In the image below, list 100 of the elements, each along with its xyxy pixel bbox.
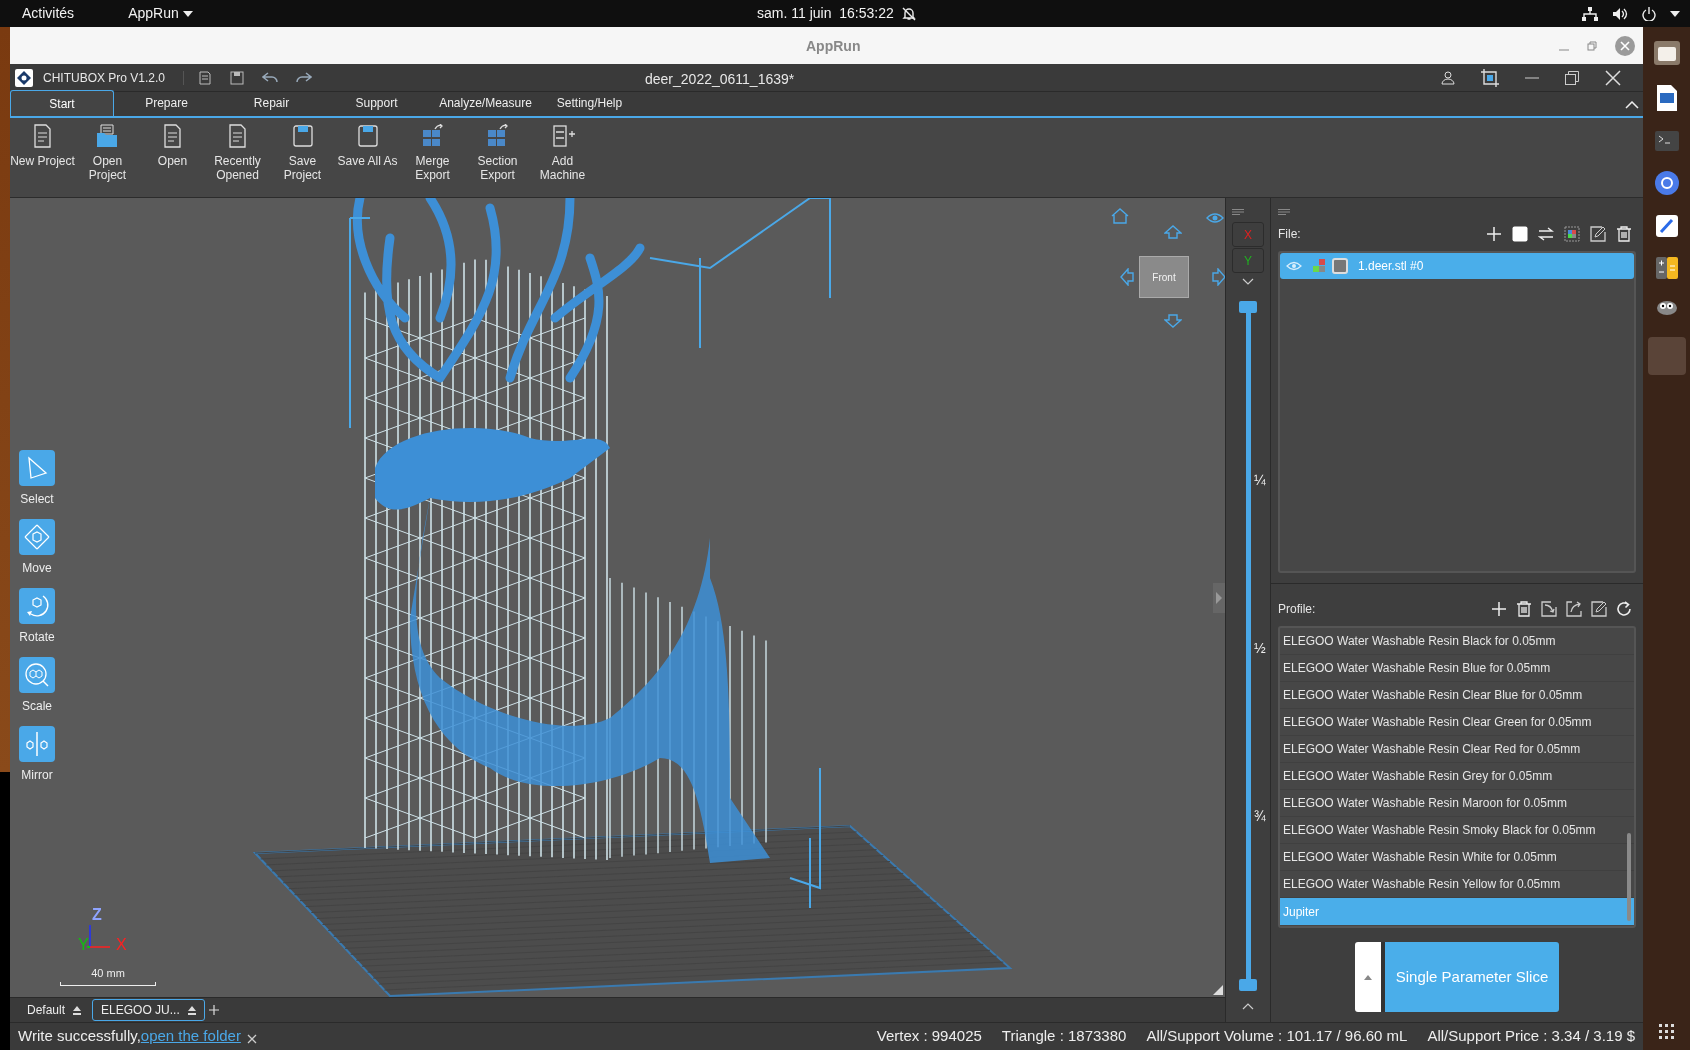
plus-icon[interactable] xyxy=(208,1005,219,1015)
arrow-right-icon[interactable] xyxy=(1212,268,1225,286)
profile-row[interactable]: ELEGOO Water Washable Resin Clear Blue for 0.05mm xyxy=(1280,682,1634,709)
caret-icon xyxy=(182,10,193,17)
ribbon-tab[interactable]: Support xyxy=(324,90,429,116)
folder-icon[interactable] xyxy=(1653,41,1680,65)
close-icon[interactable] xyxy=(1605,69,1621,86)
eye-icon[interactable] xyxy=(1206,212,1224,224)
app-grid-icon[interactable] xyxy=(1658,1024,1675,1040)
machine-add-icon xyxy=(550,124,575,148)
export-icon[interactable] xyxy=(1566,601,1582,617)
profile-row[interactable]: ELEGOO Water Washable Resin Black for 0.05mm xyxy=(1280,628,1634,655)
import-icon[interactable] xyxy=(1541,601,1557,617)
ribbon-button[interactable]: Save Project xyxy=(270,124,335,182)
tool-button[interactable]: Scale xyxy=(14,657,60,715)
home-icon[interactable] xyxy=(1111,208,1129,224)
swap-icon[interactable] xyxy=(1538,226,1554,242)
ribbon-button[interactable]: Recently Opened xyxy=(205,124,270,182)
status-message: Write successfully, xyxy=(18,1026,141,1047)
ribbon-button[interactable]: Add Machine xyxy=(530,124,595,182)
eye-icon xyxy=(1286,261,1302,271)
caret-icon[interactable] xyxy=(1670,10,1680,17)
profile-row[interactable]: ELEGOO Water Washable Resin Maroon for 0.05mm xyxy=(1280,790,1634,817)
profile-row[interactable]: ELEGOO Water Washable Resin Grey for 0.05mm xyxy=(1280,763,1634,790)
eject-icon xyxy=(73,1005,82,1015)
add-icon[interactable] xyxy=(1486,226,1502,242)
ribbon-button[interactable]: Open xyxy=(140,124,205,168)
scrollbar-thumb[interactable] xyxy=(1627,833,1631,921)
edit-icon[interactable] xyxy=(1590,226,1606,242)
square-icon[interactable] xyxy=(1512,226,1528,242)
panel-label: Profile: xyxy=(1278,601,1316,618)
ribbon-tab[interactable]: Prepare xyxy=(114,90,219,116)
panel-toggle-icon[interactable] xyxy=(1213,583,1225,613)
profile-row[interactable]: ELEGOO Water Washable Resin Blue for 0.05mm xyxy=(1280,655,1634,682)
terminal-icon[interactable] xyxy=(1654,131,1679,151)
user-icon[interactable] xyxy=(1441,70,1455,85)
profile-row[interactable]: ELEGOO Water Washable Resin Clear Green for 0.05mm xyxy=(1280,709,1634,736)
cursor-icon xyxy=(19,450,55,486)
app-logo-icon xyxy=(15,68,33,87)
checkbox-icon xyxy=(1332,258,1348,274)
browser-icon[interactable] xyxy=(1654,171,1679,195)
clock[interactable]: sam. 11 juin 16:53:22 xyxy=(757,3,894,24)
mascot-icon[interactable] xyxy=(1654,299,1679,317)
add-icon[interactable] xyxy=(1491,601,1507,617)
vertex-count: Vertex : 994025 xyxy=(876,1026,982,1047)
pencil-icon[interactable] xyxy=(1655,215,1678,237)
color-grid-icon[interactable] xyxy=(1564,226,1580,242)
undo-icon[interactable] xyxy=(262,70,279,85)
chevron-up-icon[interactable] xyxy=(1242,1003,1254,1010)
trash-icon[interactable] xyxy=(1616,226,1632,242)
price-readout: All/Support Price : 3.34 / 3.19 $ xyxy=(1427,1026,1635,1047)
scale-bar-label: 40 mm xyxy=(91,966,125,981)
restore-icon[interactable] xyxy=(1565,70,1579,85)
arrow-down-icon[interactable] xyxy=(1164,314,1182,328)
ribbon-button[interactable]: Merge Export xyxy=(400,124,465,182)
ribbon-button[interactable]: Section Export xyxy=(465,124,530,182)
machine-tab[interactable]: ELEGOO JU... xyxy=(92,999,205,1021)
document-icon[interactable] xyxy=(1656,85,1677,111)
crop-icon[interactable] xyxy=(1481,68,1499,87)
ribbon-tab[interactable]: Repair xyxy=(219,90,324,116)
profile-row[interactable]: ELEGOO Water Washable Resin Clear Red for 0.05mm xyxy=(1280,736,1634,763)
edit-icon[interactable] xyxy=(1591,601,1607,617)
power-icon[interactable] xyxy=(1642,6,1656,21)
ribbon-tab[interactable]: Start xyxy=(10,90,114,116)
slider-handle[interactable] xyxy=(1239,979,1257,991)
ribbon-tab[interactable]: Analyze/Measure xyxy=(429,90,542,116)
panel-label: File: xyxy=(1278,226,1301,243)
slider-mark: ¼ xyxy=(1254,471,1266,490)
tool-button[interactable]: Rotate xyxy=(14,588,60,646)
ribbon-button[interactable]: New Project xyxy=(10,124,75,168)
tool-button[interactable]: Move xyxy=(14,519,60,577)
save-icon[interactable] xyxy=(230,70,245,85)
app-tile[interactable] xyxy=(1647,337,1686,375)
calculator-icon[interactable] xyxy=(1655,257,1678,279)
refresh-icon[interactable] xyxy=(1616,601,1632,617)
ribbon-button[interactable]: Open Project xyxy=(75,124,140,182)
trash-icon[interactable] xyxy=(1516,601,1532,617)
axis-button[interactable]: Y xyxy=(1232,248,1264,273)
network-icon[interactable] xyxy=(1582,6,1598,21)
volume-icon[interactable] xyxy=(1612,6,1628,21)
tool-button[interactable]: Select xyxy=(14,450,60,508)
ribbon-tab[interactable]: Setting/Help xyxy=(542,90,637,116)
arrow-left-icon[interactable] xyxy=(1120,268,1134,286)
slice-options-button[interactable] xyxy=(1355,942,1385,1012)
resize-corner-icon xyxy=(1213,985,1223,995)
axis-label: X xyxy=(116,935,127,955)
ribbon-button[interactable]: Save All As xyxy=(335,124,400,168)
close-icon[interactable] xyxy=(246,1033,257,1044)
redo-icon[interactable] xyxy=(296,70,313,85)
eject-icon xyxy=(187,1005,196,1015)
app-menu[interactable]: AppRun xyxy=(128,3,193,24)
app-name: CHITUBOX Pro V1.2.0 xyxy=(43,69,166,87)
slider-handle[interactable] xyxy=(1239,301,1257,313)
chevron-down-icon[interactable] xyxy=(1242,278,1254,285)
tool-button[interactable]: Mirror xyxy=(14,726,60,784)
open-folder-link[interactable]: open the folder xyxy=(140,1025,241,1048)
activities-button[interactable]: Activités xyxy=(22,3,75,24)
arrow-up-icon[interactable] xyxy=(1164,225,1182,239)
collapse-icon[interactable] xyxy=(1625,101,1639,109)
machine-tab[interactable]: Default xyxy=(18,999,91,1021)
